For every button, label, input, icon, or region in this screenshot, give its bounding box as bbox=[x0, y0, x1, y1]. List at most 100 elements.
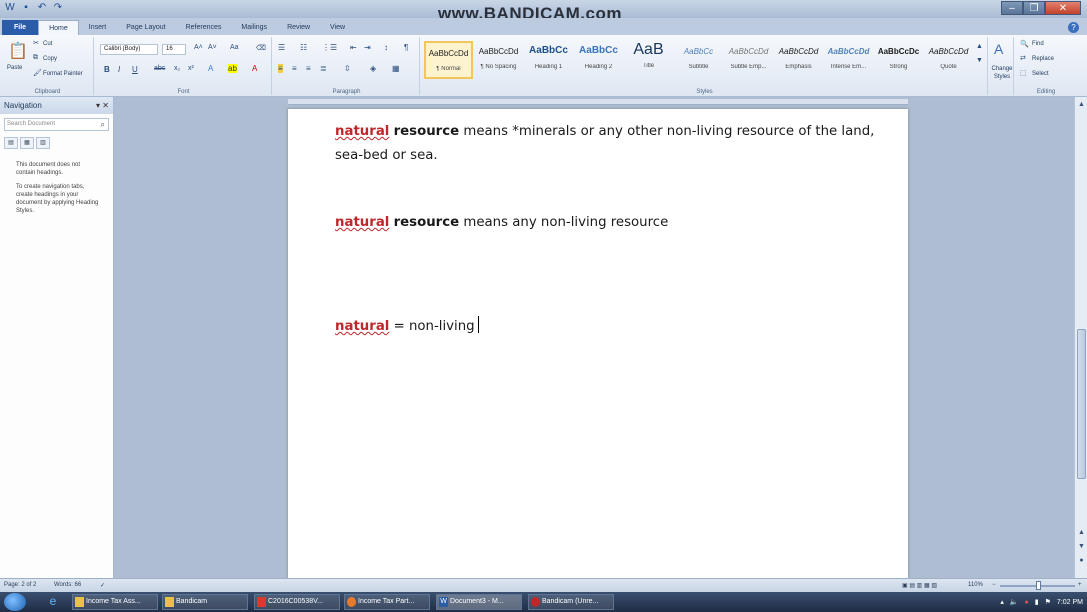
save-icon[interactable]: ▪ bbox=[20, 2, 32, 14]
taskbar-item-bandicam-folder[interactable]: Bandicam bbox=[162, 594, 248, 610]
line-spacing-icon[interactable]: ⇳ bbox=[344, 64, 351, 73]
bullets-icon[interactable]: ☰ bbox=[278, 43, 285, 52]
styles-scroll-down-icon[interactable]: ▼ bbox=[976, 57, 983, 64]
sort-icon[interactable]: ↕ bbox=[384, 43, 388, 52]
decrease-indent-icon[interactable]: ⇤ bbox=[350, 43, 357, 52]
style-normal[interactable]: AaBbCcDd ¶ Normal bbox=[424, 41, 473, 79]
taskbar-item-word-document[interactable]: W Document3 - M... bbox=[436, 594, 522, 610]
style-quote[interactable]: AaBbCcDd Quote bbox=[924, 41, 973, 79]
headings-view-icon[interactable]: ▤ bbox=[4, 137, 18, 149]
shrink-font-icon[interactable]: A˅ bbox=[208, 44, 217, 51]
word-icon[interactable]: W bbox=[4, 2, 16, 14]
tab-review[interactable]: Review bbox=[277, 20, 320, 35]
style-intense-emphasis[interactable]: AaBbCcDd Intense Em... bbox=[824, 41, 873, 79]
format-painter-icon[interactable]: 🖌 bbox=[33, 69, 42, 77]
network-icon[interactable]: ▮ bbox=[1035, 598, 1039, 606]
style-heading-1[interactable]: AaBbCc Heading 1 bbox=[524, 41, 573, 79]
justify-icon[interactable]: ≣ bbox=[320, 64, 327, 73]
misspelled-word[interactable]: natural bbox=[335, 215, 389, 230]
zoom-slider-knob[interactable] bbox=[1036, 581, 1041, 590]
style-heading-2[interactable]: AaBbCc Heading 2 bbox=[574, 41, 623, 79]
taskbar-item-bandicam-app[interactable]: Bandicam (Unre... bbox=[528, 594, 614, 610]
start-button[interactable] bbox=[4, 593, 26, 611]
subscript-icon[interactable]: x₂ bbox=[174, 65, 180, 72]
show-marks-icon[interactable]: ¶ bbox=[404, 43, 408, 52]
font-name-combo[interactable]: Calibri (Body) bbox=[100, 44, 158, 55]
taskbar-item-pdf[interactable]: C2016C00538V... bbox=[254, 594, 340, 610]
style-no-spacing[interactable]: AaBbCcDd ¶ No Spacing bbox=[474, 41, 523, 79]
misspelled-word[interactable]: natural bbox=[335, 124, 389, 139]
zoom-in-icon[interactable]: + bbox=[1078, 582, 1082, 588]
results-view-icon[interactable]: ▥ bbox=[36, 137, 50, 149]
font-size-combo[interactable]: 16 bbox=[162, 44, 186, 55]
highlight-icon[interactable]: ab bbox=[228, 64, 237, 73]
change-styles-button[interactable]: Change Styles bbox=[987, 65, 1017, 81]
cut-icon[interactable]: ✂ bbox=[33, 39, 39, 47]
style-strong[interactable]: AaBbCcDc Strong bbox=[874, 41, 923, 79]
style-subtitle[interactable]: AaBbCc Subtitle bbox=[674, 41, 723, 79]
superscript-icon[interactable]: x² bbox=[188, 65, 194, 72]
style-title[interactable]: AaB Title bbox=[624, 41, 673, 79]
zoom-level[interactable]: 110% bbox=[968, 582, 983, 588]
taskbar-item-income-tax-ass[interactable]: Income Tax Ass... bbox=[72, 594, 158, 610]
cut-button[interactable]: Cut bbox=[43, 41, 52, 47]
page-count[interactable]: Page: 2 of 2 bbox=[4, 582, 36, 588]
volume-icon[interactable]: 🔈 bbox=[1010, 598, 1019, 606]
paste-icon[interactable]: 📋 bbox=[8, 41, 28, 61]
taskbar-item-browser[interactable]: Income Tax Part... bbox=[344, 594, 430, 610]
select-button[interactable]: Select bbox=[1032, 71, 1049, 77]
browse-object-icon[interactable]: ● bbox=[1076, 555, 1087, 566]
find-icon[interactable]: 🔍 bbox=[1020, 40, 1029, 48]
scroll-up-icon[interactable]: ▲ bbox=[1076, 99, 1087, 110]
tray-arrow-icon[interactable]: ▴ bbox=[1000, 598, 1004, 606]
strikethrough-icon[interactable]: abc bbox=[154, 65, 165, 72]
scrollbar-thumb[interactable] bbox=[1077, 329, 1086, 479]
internet-explorer-icon[interactable]: e bbox=[42, 594, 64, 610]
format-painter-button[interactable]: Format Painter bbox=[43, 71, 83, 77]
align-left-icon[interactable]: ≡ bbox=[278, 64, 283, 73]
help-icon[interactable]: ? bbox=[1068, 22, 1079, 33]
clock[interactable]: 7:02 PM bbox=[1057, 599, 1083, 606]
scroll-up-icon[interactable]: ▲ bbox=[1076, 527, 1087, 538]
align-right-icon[interactable]: ≡ bbox=[306, 64, 311, 73]
undo-icon[interactable]: ↶ bbox=[36, 2, 48, 14]
document-page[interactable]: natural resource means *minerals or any … bbox=[288, 109, 908, 579]
zoom-out-icon[interactable]: − bbox=[992, 582, 996, 588]
shading-icon[interactable]: ◈ bbox=[370, 64, 376, 73]
style-emphasis[interactable]: AaBbCcDd Emphasis bbox=[774, 41, 823, 79]
tab-home[interactable]: Home bbox=[38, 20, 79, 35]
change-styles-icon[interactable]: A bbox=[994, 41, 1003, 57]
redo-icon[interactable]: ↷ bbox=[52, 2, 64, 14]
multilevel-list-icon[interactable]: ⋮☰ bbox=[322, 43, 337, 52]
select-icon[interactable]: ⬚ bbox=[1020, 69, 1027, 77]
maximize-button[interactable]: ❐ bbox=[1023, 1, 1045, 15]
replace-button[interactable]: Replace bbox=[1032, 56, 1054, 62]
vertical-scrollbar[interactable]: ▲ ▲ ▼ ● bbox=[1074, 97, 1087, 578]
grow-font-icon[interactable]: A˄ bbox=[194, 44, 203, 51]
font-color-icon[interactable]: A bbox=[252, 64, 257, 73]
borders-icon[interactable]: ▦ bbox=[392, 64, 400, 73]
navigation-search-input[interactable]: Search Document ⌕ bbox=[4, 118, 109, 131]
underline-icon[interactable]: U bbox=[132, 65, 138, 74]
navigation-close-icon[interactable]: ▾ ✕ bbox=[96, 97, 109, 114]
tab-references[interactable]: References bbox=[176, 20, 232, 35]
italic-icon[interactable]: I bbox=[118, 65, 120, 74]
proofing-icon[interactable]: ✓ bbox=[100, 582, 105, 589]
paste-button[interactable]: Paste bbox=[7, 65, 22, 71]
close-button[interactable]: ✕ bbox=[1045, 1, 1081, 15]
tab-file[interactable]: File bbox=[2, 20, 39, 35]
increase-indent-icon[interactable]: ⇥ bbox=[364, 43, 371, 52]
action-center-icon[interactable]: ⚑ bbox=[1045, 598, 1051, 606]
styles-scroll-up-icon[interactable]: ▲ bbox=[976, 43, 983, 50]
numbering-icon[interactable]: ☷ bbox=[300, 43, 307, 52]
minimize-button[interactable]: – bbox=[1001, 1, 1023, 15]
tab-insert[interactable]: Insert bbox=[79, 20, 117, 35]
scroll-down-icon[interactable]: ▼ bbox=[1076, 541, 1087, 552]
record-tray-icon[interactable]: ● bbox=[1025, 599, 1029, 606]
pages-view-icon[interactable]: ▦ bbox=[20, 137, 34, 149]
word-count[interactable]: Words: 66 bbox=[54, 582, 81, 588]
bold-icon[interactable]: B bbox=[104, 65, 110, 74]
change-case-icon[interactable]: Aa bbox=[230, 44, 239, 51]
clear-format-icon[interactable]: ⌫ bbox=[256, 44, 266, 52]
find-button[interactable]: Find bbox=[1032, 41, 1044, 47]
